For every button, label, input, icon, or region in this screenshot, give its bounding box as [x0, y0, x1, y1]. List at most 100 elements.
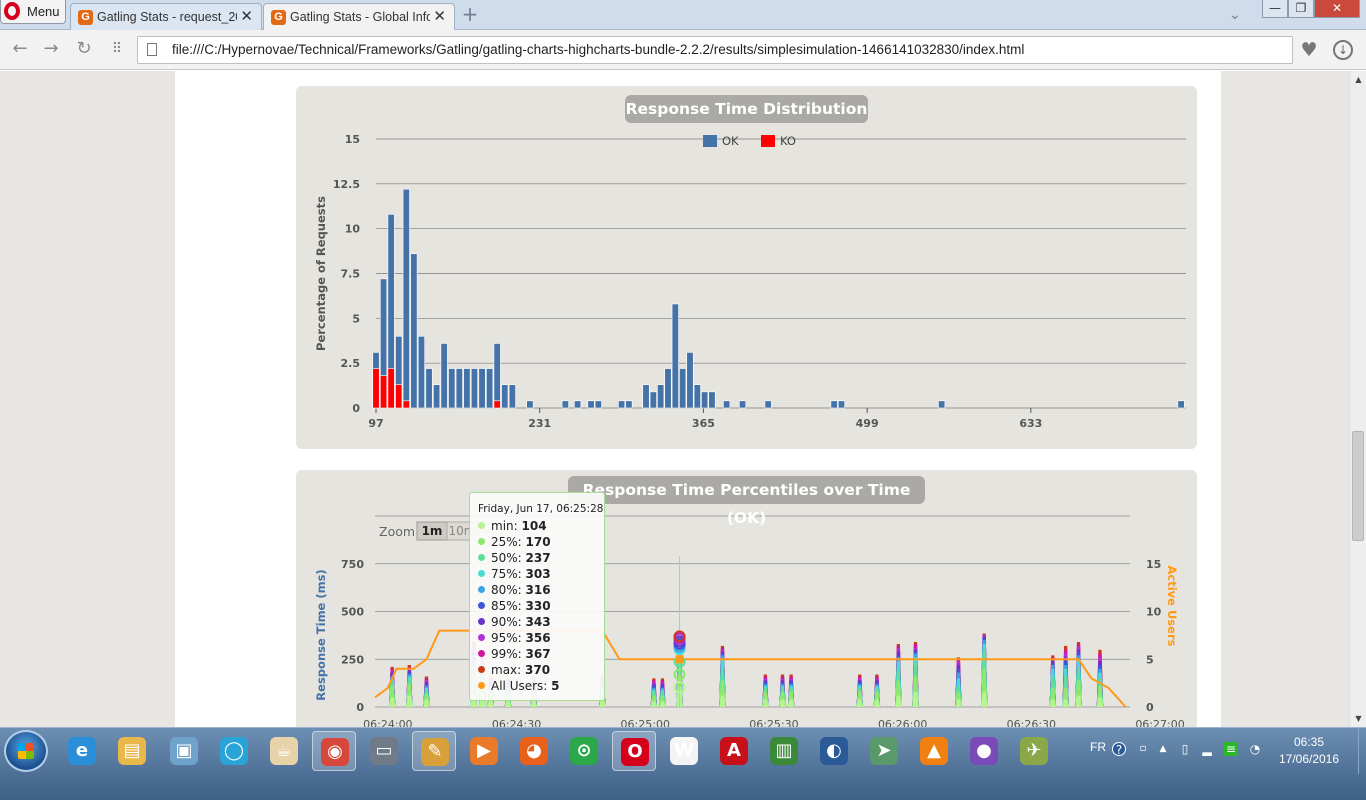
taskbar-app-button[interactable]: ☕ [262, 731, 306, 771]
legend-label-ko[interactable]: KO [780, 134, 796, 148]
taskbar-app-button[interactable]: ⊙ [562, 731, 606, 771]
show-hidden-icons-icon[interactable]: ▲ [1156, 742, 1170, 756]
bar-ok[interactable] [448, 368, 456, 409]
bar-ok[interactable] [664, 368, 672, 409]
taskbar-app-button[interactable]: ▤ [110, 731, 154, 771]
taskbar-app-button[interactable]: A [712, 731, 756, 771]
bar-ok[interactable] [486, 368, 494, 409]
minimize-button[interactable]: — [1262, 0, 1288, 18]
taskbar-app-button[interactable]: ✈ [1012, 731, 1056, 771]
bar-ok[interactable] [657, 384, 665, 409]
legend-label-ok[interactable]: OK [722, 134, 739, 148]
bar-ok[interactable] [837, 400, 846, 409]
bar-ok[interactable] [587, 400, 595, 409]
bar-ok[interactable] [455, 368, 463, 409]
url-input[interactable]: file:///C:/Hypernovae/Technical/Framewor… [137, 36, 1293, 64]
forward-arrow-icon[interactable]: → [39, 38, 63, 62]
percentile-spike[interactable] [1075, 642, 1082, 707]
percentile-spike[interactable] [873, 674, 881, 707]
taskbar-app-button[interactable]: ◯ [212, 731, 256, 771]
bar-ko[interactable] [380, 375, 388, 409]
bar-ok[interactable] [402, 188, 410, 409]
bar-ok[interactable] [649, 391, 657, 409]
scroll-up-arrow-icon[interactable]: ▲ [1350, 71, 1366, 88]
clock[interactable]: 06:35 17/06/2016 [1274, 734, 1344, 768]
bar-ok[interactable] [830, 400, 838, 409]
percentile-spike[interactable] [650, 678, 658, 707]
taskbar-app-button[interactable]: ◉ [312, 731, 356, 771]
maximize-button[interactable]: ❐ [1288, 0, 1314, 18]
bar-ok[interactable] [470, 368, 479, 409]
vertical-scrollbar[interactable]: ▲ ▼ [1349, 71, 1366, 727]
heart-icon[interactable]: ♥ [1296, 37, 1322, 63]
bar-ok[interactable] [594, 400, 602, 409]
percentile-spike[interactable] [895, 643, 902, 707]
bar-ok[interactable] [410, 253, 418, 409]
percentile-spike[interactable] [955, 657, 962, 707]
bar-ok[interactable] [723, 400, 731, 409]
scroll-down-arrow-icon[interactable]: ▼ [1350, 710, 1366, 727]
bar-ok[interactable] [708, 391, 716, 409]
show-desktop-button[interactable] [1358, 728, 1366, 774]
taskbar-app-button[interactable]: ▶ [462, 731, 506, 771]
percentile-spike[interactable] [1049, 655, 1056, 707]
percentile-spike[interactable] [779, 674, 786, 707]
bar-ok[interactable] [574, 400, 582, 409]
new-tab-icon[interactable]: + [460, 4, 480, 25]
close-window-button[interactable]: ✕ [1314, 0, 1360, 18]
taskbar-app-button[interactable]: ◐ [812, 731, 856, 771]
percentile-spike[interactable] [1062, 645, 1069, 707]
bar-ok[interactable] [493, 343, 501, 409]
taskbar-app-button[interactable]: ➤ [862, 731, 906, 771]
percentile-spike[interactable] [1096, 649, 1104, 707]
taskbar-app-button[interactable]: ◕ [512, 731, 556, 771]
taskbar-app-button[interactable]: ▣ [162, 731, 206, 771]
bar-ko[interactable] [395, 384, 403, 409]
taskbar-app-button[interactable]: ✎ [412, 731, 456, 771]
percentile-spike[interactable] [762, 674, 769, 707]
taskbar-app-button[interactable]: ● [962, 731, 1006, 771]
network-signal-icon[interactable]: ▂ [1200, 742, 1214, 756]
percentile-spike[interactable] [856, 674, 863, 707]
bar-ok[interactable] [478, 368, 486, 409]
taskbar-app-button[interactable]: ▲ [912, 731, 956, 771]
scroll-thumb[interactable] [1352, 431, 1364, 541]
device-icon[interactable]: ▯ [1178, 742, 1192, 756]
taskbar-app-button[interactable]: O [612, 731, 656, 771]
bar-ok[interactable] [425, 368, 433, 409]
bar-ok[interactable] [618, 400, 626, 409]
bar-ko[interactable] [372, 368, 380, 409]
legend-swatch-ok[interactable] [703, 135, 717, 147]
bar-ok[interactable] [693, 384, 701, 409]
close-tab-icon[interactable]: ✕ [433, 4, 446, 30]
percentile-spike[interactable] [787, 674, 795, 707]
bar-ok[interactable] [671, 303, 679, 409]
tab-global-info[interactable]: G Gatling Stats - Global Infor ✕ [263, 3, 455, 31]
back-arrow-icon[interactable]: ← [8, 38, 32, 62]
bar-ok[interactable] [625, 400, 633, 409]
bar-ok[interactable] [1177, 400, 1185, 409]
bar-ok[interactable] [440, 343, 448, 409]
reload-icon[interactable]: ↻ [72, 38, 96, 62]
bar-ok[interactable] [686, 352, 694, 409]
wifi-icon[interactable]: ◔ [1248, 742, 1262, 756]
tab-stash-icon[interactable]: ⌄ [1229, 8, 1247, 22]
percentile-spike[interactable] [912, 642, 919, 707]
bar-ok[interactable] [433, 384, 441, 409]
percentile-spike[interactable] [659, 678, 666, 707]
bar-ko[interactable] [387, 368, 395, 409]
help-icon[interactable]: ? [1112, 742, 1126, 757]
bar-ok[interactable] [938, 400, 946, 409]
speed-dial-grid-icon[interactable]: ⠿ [105, 38, 129, 62]
taskbar-app-button[interactable]: ▭ [362, 731, 406, 771]
bar-ok[interactable] [561, 400, 569, 409]
start-button[interactable] [4, 730, 48, 772]
bar-ok[interactable] [417, 335, 425, 409]
bar-ok[interactable] [642, 384, 650, 409]
bar-ok[interactable] [679, 368, 687, 409]
close-tab-icon[interactable]: ✕ [240, 4, 253, 30]
download-icon[interactable]: ↓ [1333, 40, 1353, 60]
bar-ok[interactable] [463, 368, 471, 409]
bar-ok[interactable] [738, 400, 747, 409]
bar-ok[interactable] [508, 384, 516, 409]
